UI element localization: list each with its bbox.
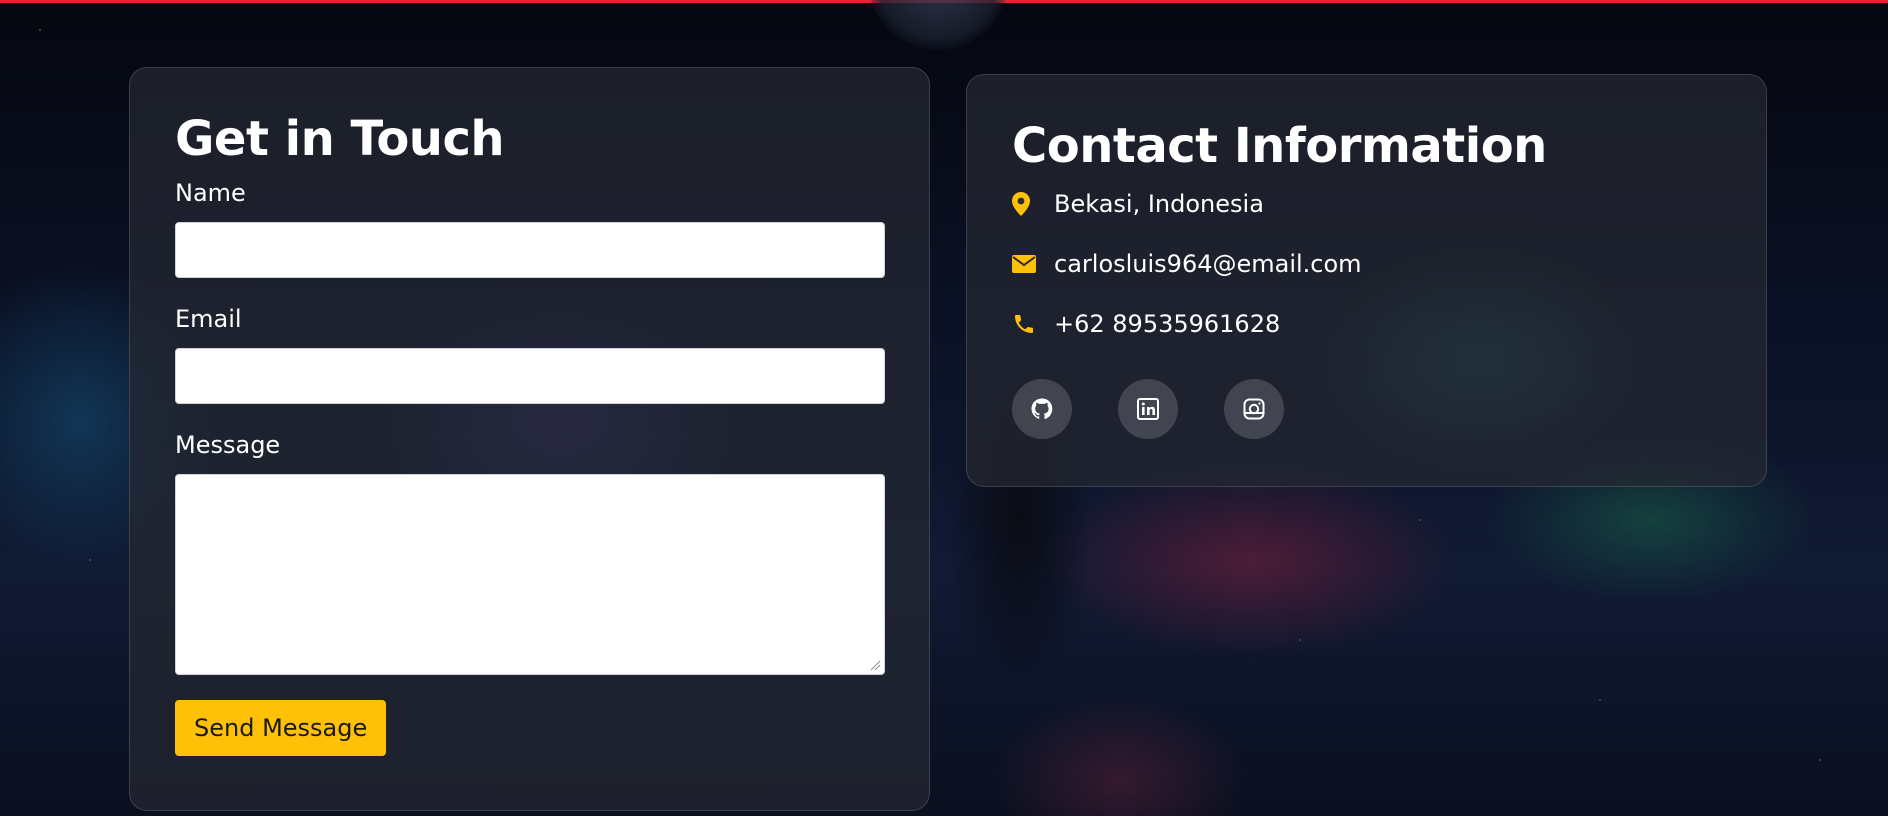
instagram-link[interactable] — [1224, 379, 1284, 439]
linkedin-link[interactable] — [1118, 379, 1178, 439]
instagram-icon — [1243, 398, 1265, 420]
email-label: Email — [175, 305, 242, 333]
name-input[interactable] — [175, 222, 885, 278]
location-text: Bekasi, Indonesia — [1054, 190, 1264, 218]
send-message-button[interactable]: Send Message — [175, 700, 387, 756]
phone-icon — [1012, 311, 1038, 337]
map-pin-icon — [1012, 191, 1038, 217]
contact-info-card: Contact Information Bekasi, Indonesia ca… — [966, 74, 1767, 487]
phone-row: +62 89535961628 — [1012, 309, 1721, 339]
contact-form-card: Get in Touch Name Email Message Send Mes… — [129, 67, 930, 811]
envelope-icon — [1012, 251, 1038, 277]
github-link[interactable] — [1012, 379, 1072, 439]
linkedin-icon — [1137, 398, 1159, 420]
email-input[interactable] — [175, 348, 885, 404]
message-label: Message — [175, 431, 281, 459]
resize-grip-icon[interactable] — [869, 659, 881, 671]
name-label: Name — [175, 179, 246, 207]
email-row: carlosluis964@email.com — [1012, 249, 1721, 279]
contact-info-title: Contact Information — [1012, 118, 1547, 174]
email-text: carlosluis964@email.com — [1054, 250, 1362, 278]
form-title: Get in Touch — [175, 111, 505, 167]
location-row: Bekasi, Indonesia — [1012, 189, 1721, 219]
message-textarea[interactable] — [175, 474, 885, 675]
phone-text: +62 89535961628 — [1054, 310, 1281, 338]
github-icon — [1031, 398, 1053, 420]
social-links — [1012, 379, 1721, 439]
